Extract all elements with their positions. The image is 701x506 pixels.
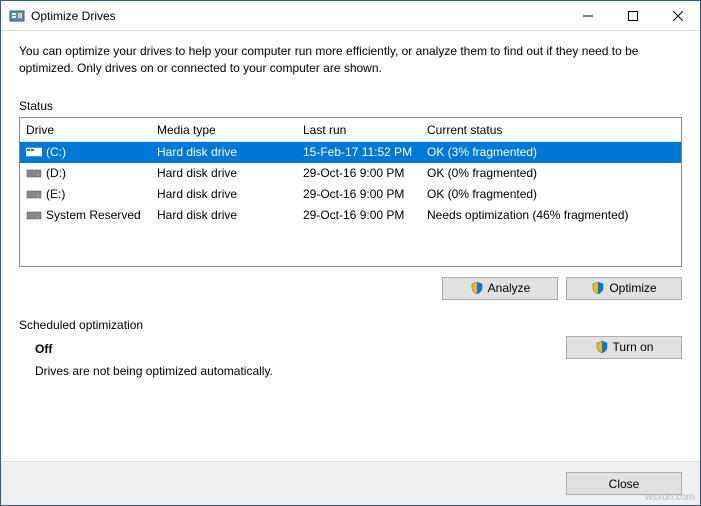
cell-media: Hard disk drive [151, 166, 297, 180]
table-row[interactable]: (C:) Hard disk drive15-Feb-17 11:52 PMOK … [20, 142, 681, 163]
action-buttons: Analyze Optimize [19, 277, 682, 300]
drive-icon [26, 146, 42, 158]
drive-name: (D:) [46, 166, 66, 180]
scheduled-info: Off Drives are not being optimized autom… [19, 336, 273, 378]
minimize-button[interactable] [565, 1, 610, 30]
cell-media: Hard disk drive [151, 187, 297, 201]
optimize-label: Optimize [609, 281, 656, 295]
drive-icon [26, 209, 42, 221]
cell-last: 29-Oct-16 9:00 PM [297, 187, 421, 201]
cell-status: OK (0% fragmented) [421, 166, 681, 180]
watermark: wsxdn.com [645, 492, 695, 503]
table-row[interactable]: (D:) Hard disk drive29-Oct-16 9:00 PMOK (… [20, 163, 681, 184]
content-area: You can optimize your drives to help you… [1, 31, 700, 461]
cell-status: OK (0% fragmented) [421, 187, 681, 201]
shield-icon [595, 340, 609, 354]
table-row[interactable]: System Reserved Hard disk drive29-Oct-16 … [20, 205, 681, 226]
optimize-button[interactable]: Optimize [566, 277, 682, 300]
footer: Close [1, 461, 700, 505]
analyze-button[interactable]: Analyze [442, 277, 558, 300]
cell-media: Hard disk drive [151, 208, 297, 222]
close-label: Close [609, 477, 640, 491]
cell-drive: (E:) [20, 187, 151, 201]
col-header-status[interactable]: Current status [421, 118, 681, 142]
close-button[interactable] [655, 1, 700, 30]
shield-icon [470, 281, 484, 295]
turn-on-button[interactable]: Turn on [566, 336, 682, 359]
drive-name: (E:) [46, 187, 65, 201]
col-header-drive[interactable]: Drive [20, 118, 151, 142]
window-title: Optimize Drives [31, 9, 565, 23]
cell-drive: (C:) [20, 145, 151, 159]
scheduled-desc: Drives are not being optimized automatic… [35, 364, 273, 378]
drive-name: System Reserved [46, 208, 141, 222]
cell-last: 29-Oct-16 9:00 PM [297, 208, 421, 222]
maximize-button[interactable] [610, 1, 655, 30]
drives-table: Drive Media type Last run Current status… [19, 117, 682, 267]
scheduled-label: Scheduled optimization [19, 318, 682, 332]
cell-drive: (D:) [20, 166, 151, 180]
window-controls [565, 1, 700, 30]
drive-icon [26, 167, 42, 179]
intro-text: You can optimize your drives to help you… [19, 43, 682, 77]
turn-on-label: Turn on [613, 340, 654, 354]
status-label: Status [19, 99, 682, 113]
cell-status: OK (3% fragmented) [421, 145, 681, 159]
col-header-last[interactable]: Last run [297, 118, 421, 142]
table-row[interactable]: (E:) Hard disk drive29-Oct-16 9:00 PMOK (… [20, 184, 681, 205]
cell-drive: System Reserved [20, 208, 151, 222]
app-icon [9, 8, 25, 24]
analyze-label: Analyze [488, 281, 531, 295]
drive-name: (C:) [46, 145, 66, 159]
table-header: Drive Media type Last run Current status [20, 118, 681, 142]
shield-icon [591, 281, 605, 295]
col-header-media[interactable]: Media type [151, 118, 297, 142]
cell-last: 15-Feb-17 11:52 PM [297, 145, 421, 159]
cell-status: Needs optimization (46% fragmented) [421, 208, 681, 222]
drive-icon [26, 188, 42, 200]
scheduled-section: Off Drives are not being optimized autom… [19, 336, 682, 378]
cell-last: 29-Oct-16 9:00 PM [297, 166, 421, 180]
scheduled-state: Off [35, 342, 273, 356]
cell-media: Hard disk drive [151, 145, 297, 159]
table-body: (C:)Hard disk drive15-Feb-17 11:52 PMOK … [20, 142, 681, 226]
titlebar: Optimize Drives [1, 1, 700, 31]
